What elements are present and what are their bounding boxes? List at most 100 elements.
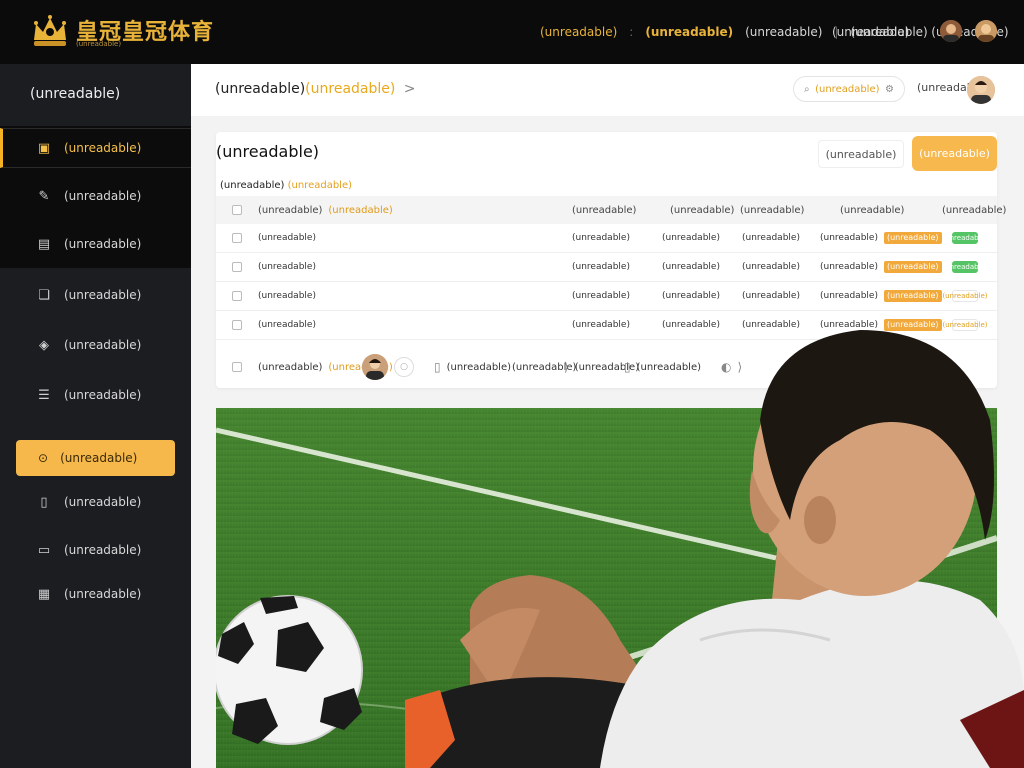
row-cell: (unreadable)	[742, 233, 800, 243]
row-checkbox[interactable]	[232, 233, 242, 243]
row-checkbox[interactable]	[232, 291, 242, 301]
row-cell: (unreadable) (unreadable)	[820, 311, 942, 339]
sidebar-item-1[interactable]: ▣ (unreadable)	[0, 128, 191, 168]
row-cell: (unreadable)	[572, 320, 630, 330]
column-header[interactable]: (unreadable)	[740, 196, 804, 224]
row-cell: (unreadable)	[572, 291, 630, 301]
status-badge[interactable]: (unreadable)	[942, 290, 988, 302]
frame-icon: ▯	[434, 360, 441, 374]
footer-avatars: ○	[362, 346, 414, 388]
row-checkbox[interactable]	[232, 262, 242, 272]
breadcrumb-current[interactable]: (unreadable)	[305, 81, 395, 97]
row-cell-value: (unreadable)	[820, 262, 878, 272]
football-icon	[216, 595, 363, 745]
sidebar-header: (unreadable)	[30, 86, 121, 102]
table-row[interactable]: (unreadable) (unreadable) (unreadable) (…	[216, 311, 997, 340]
top-bar: 皇冠皇冠体育 (unreadable) (unreadable) : (unre…	[0, 0, 1024, 64]
row-cell: (unreadable)	[742, 320, 800, 330]
row-cell: (unreadable)	[572, 233, 630, 243]
breadcrumb: (unreadable)(unreadable) >	[215, 81, 416, 97]
football-field-photo	[216, 408, 997, 768]
select-all-checkbox[interactable]	[232, 205, 242, 215]
column-header[interactable]: (unreadable)	[572, 196, 636, 224]
avatar[interactable]	[975, 20, 997, 42]
row-checkbox[interactable]	[232, 320, 242, 330]
chat-icon: ❏	[38, 287, 50, 303]
sidebar-item-label: (unreadable)	[60, 451, 138, 465]
row-status[interactable]: (unreadable)	[942, 282, 988, 310]
row-cell-value: (unreadable)	[820, 233, 878, 243]
status-badge[interactable]: (unreadable)	[942, 319, 988, 331]
description-text: (unreadable)	[220, 180, 285, 191]
footer-item[interactable]: ▯ (unreadable)	[624, 346, 701, 388]
row-cell: (unreadable) (unreadable)	[820, 253, 942, 281]
column-header[interactable]: (unreadable)	[840, 196, 904, 224]
search-icon: ⌕	[804, 83, 810, 95]
status-badge[interactable]: (unreadable)	[942, 261, 988, 273]
box-icon: ▭	[37, 542, 51, 558]
sidebar-item-label: (unreadable)	[64, 388, 142, 402]
row-name: (unreadable)	[258, 291, 316, 301]
sidebar-item-3[interactable]: ▤ (unreadable)	[0, 224, 191, 264]
row-status[interactable]: (unreadable)	[942, 224, 988, 252]
description-link[interactable]: (unreadable)	[288, 180, 352, 191]
doc-icon: ▤	[37, 236, 51, 252]
avatar[interactable]	[362, 354, 388, 380]
sidebar-item-8[interactable]: ▯ (unreadable)	[0, 482, 191, 522]
briefcase-icon: ▣	[37, 140, 51, 156]
column-header[interactable]: (unreadable)	[942, 196, 1006, 224]
top-nav-item-2[interactable]: (unreadable)	[645, 25, 733, 39]
footer-item[interactable]: ▯ (unreadable)	[434, 346, 511, 388]
sidebar-item-6[interactable]: ☰ (unreadable)	[0, 375, 191, 415]
avatar[interactable]	[967, 76, 995, 104]
row-cell-value: (unreadable)	[820, 291, 878, 301]
sidebar-item-4[interactable]: ❏ (unreadable)	[0, 275, 191, 315]
top-nav-item-3[interactable]: (unreadable)	[745, 25, 822, 39]
sidebar-item-9[interactable]: ▭ (unreadable)	[0, 530, 191, 570]
table-header: (unreadable) (unreadable) (unreadable) (…	[216, 196, 1006, 224]
sidebar-item-7-selected[interactable]: ⊙ (unreadable)	[16, 440, 175, 476]
hero-image	[216, 408, 997, 768]
row-cell: (unreadable)	[572, 262, 630, 272]
crown-logo-icon[interactable]	[28, 10, 72, 54]
column-header-accent[interactable]: (unreadable)	[328, 205, 392, 216]
footer-toggle[interactable]: ◐ ⟩	[721, 346, 742, 388]
avatar[interactable]	[940, 20, 962, 42]
row-tag: (unreadable)	[883, 232, 942, 244]
breadcrumb-text: (unreadable)	[215, 81, 306, 97]
sidebar-item-label: (unreadable)	[64, 141, 142, 155]
card-description: (unreadable) (unreadable)	[220, 180, 352, 191]
sidebar-item-2[interactable]: ✎ (unreadable)	[0, 176, 191, 216]
primary-button[interactable]: (unreadable)	[912, 136, 997, 171]
row-status[interactable]: (unreadable)	[942, 253, 988, 281]
row-name: (unreadable)	[258, 262, 316, 272]
chevron-icon: ⟩	[564, 360, 569, 374]
top-nav-separator: :	[629, 25, 634, 39]
search-pill[interactable]: ⌕ (unreadable) ⚙	[793, 76, 905, 102]
column-header[interactable]: (unreadable)	[670, 196, 734, 224]
status-badge[interactable]: (unreadable)	[942, 232, 988, 244]
table-row[interactable]: (unreadable) (unreadable) (unreadable) (…	[216, 253, 997, 282]
row-cell: (unreadable)	[662, 291, 720, 301]
sidebar-item-5[interactable]: ◈ (unreadable)	[0, 325, 191, 365]
top-right-link-1[interactable]: (unreadable)	[832, 25, 909, 39]
sidebar-item-10[interactable]: ▦ (unreadable)	[0, 574, 191, 614]
sidebar-item-label: (unreadable)	[64, 189, 142, 203]
table-row[interactable]: (unreadable) (unreadable) (unreadable) (…	[216, 282, 997, 311]
sidebar-item-label: (unreadable)	[64, 587, 142, 601]
row-status[interactable]: (unreadable)	[942, 311, 988, 339]
row-cell-value: (unreadable)	[820, 320, 878, 330]
row-tag: (unreadable)	[883, 290, 942, 302]
sidebar-item-label: (unreadable)	[64, 288, 142, 302]
footer-checkbox[interactable]	[232, 362, 242, 372]
menu-icon: ☰	[38, 387, 50, 403]
toggle-icon: ◐	[721, 360, 732, 374]
search-pill-label: (unreadable)	[815, 83, 880, 95]
table-row[interactable]: (unreadable) (unreadable) (unreadable) (…	[216, 224, 997, 253]
footer-label-text: (unreadable)	[258, 361, 323, 373]
top-nav-item-1[interactable]: (unreadable)	[540, 25, 617, 39]
row-name: (unreadable)	[258, 233, 316, 243]
add-icon[interactable]: ○	[394, 357, 414, 377]
row-cell: (unreadable) (unreadable)	[820, 282, 942, 310]
secondary-button[interactable]: (unreadable)	[818, 140, 904, 168]
